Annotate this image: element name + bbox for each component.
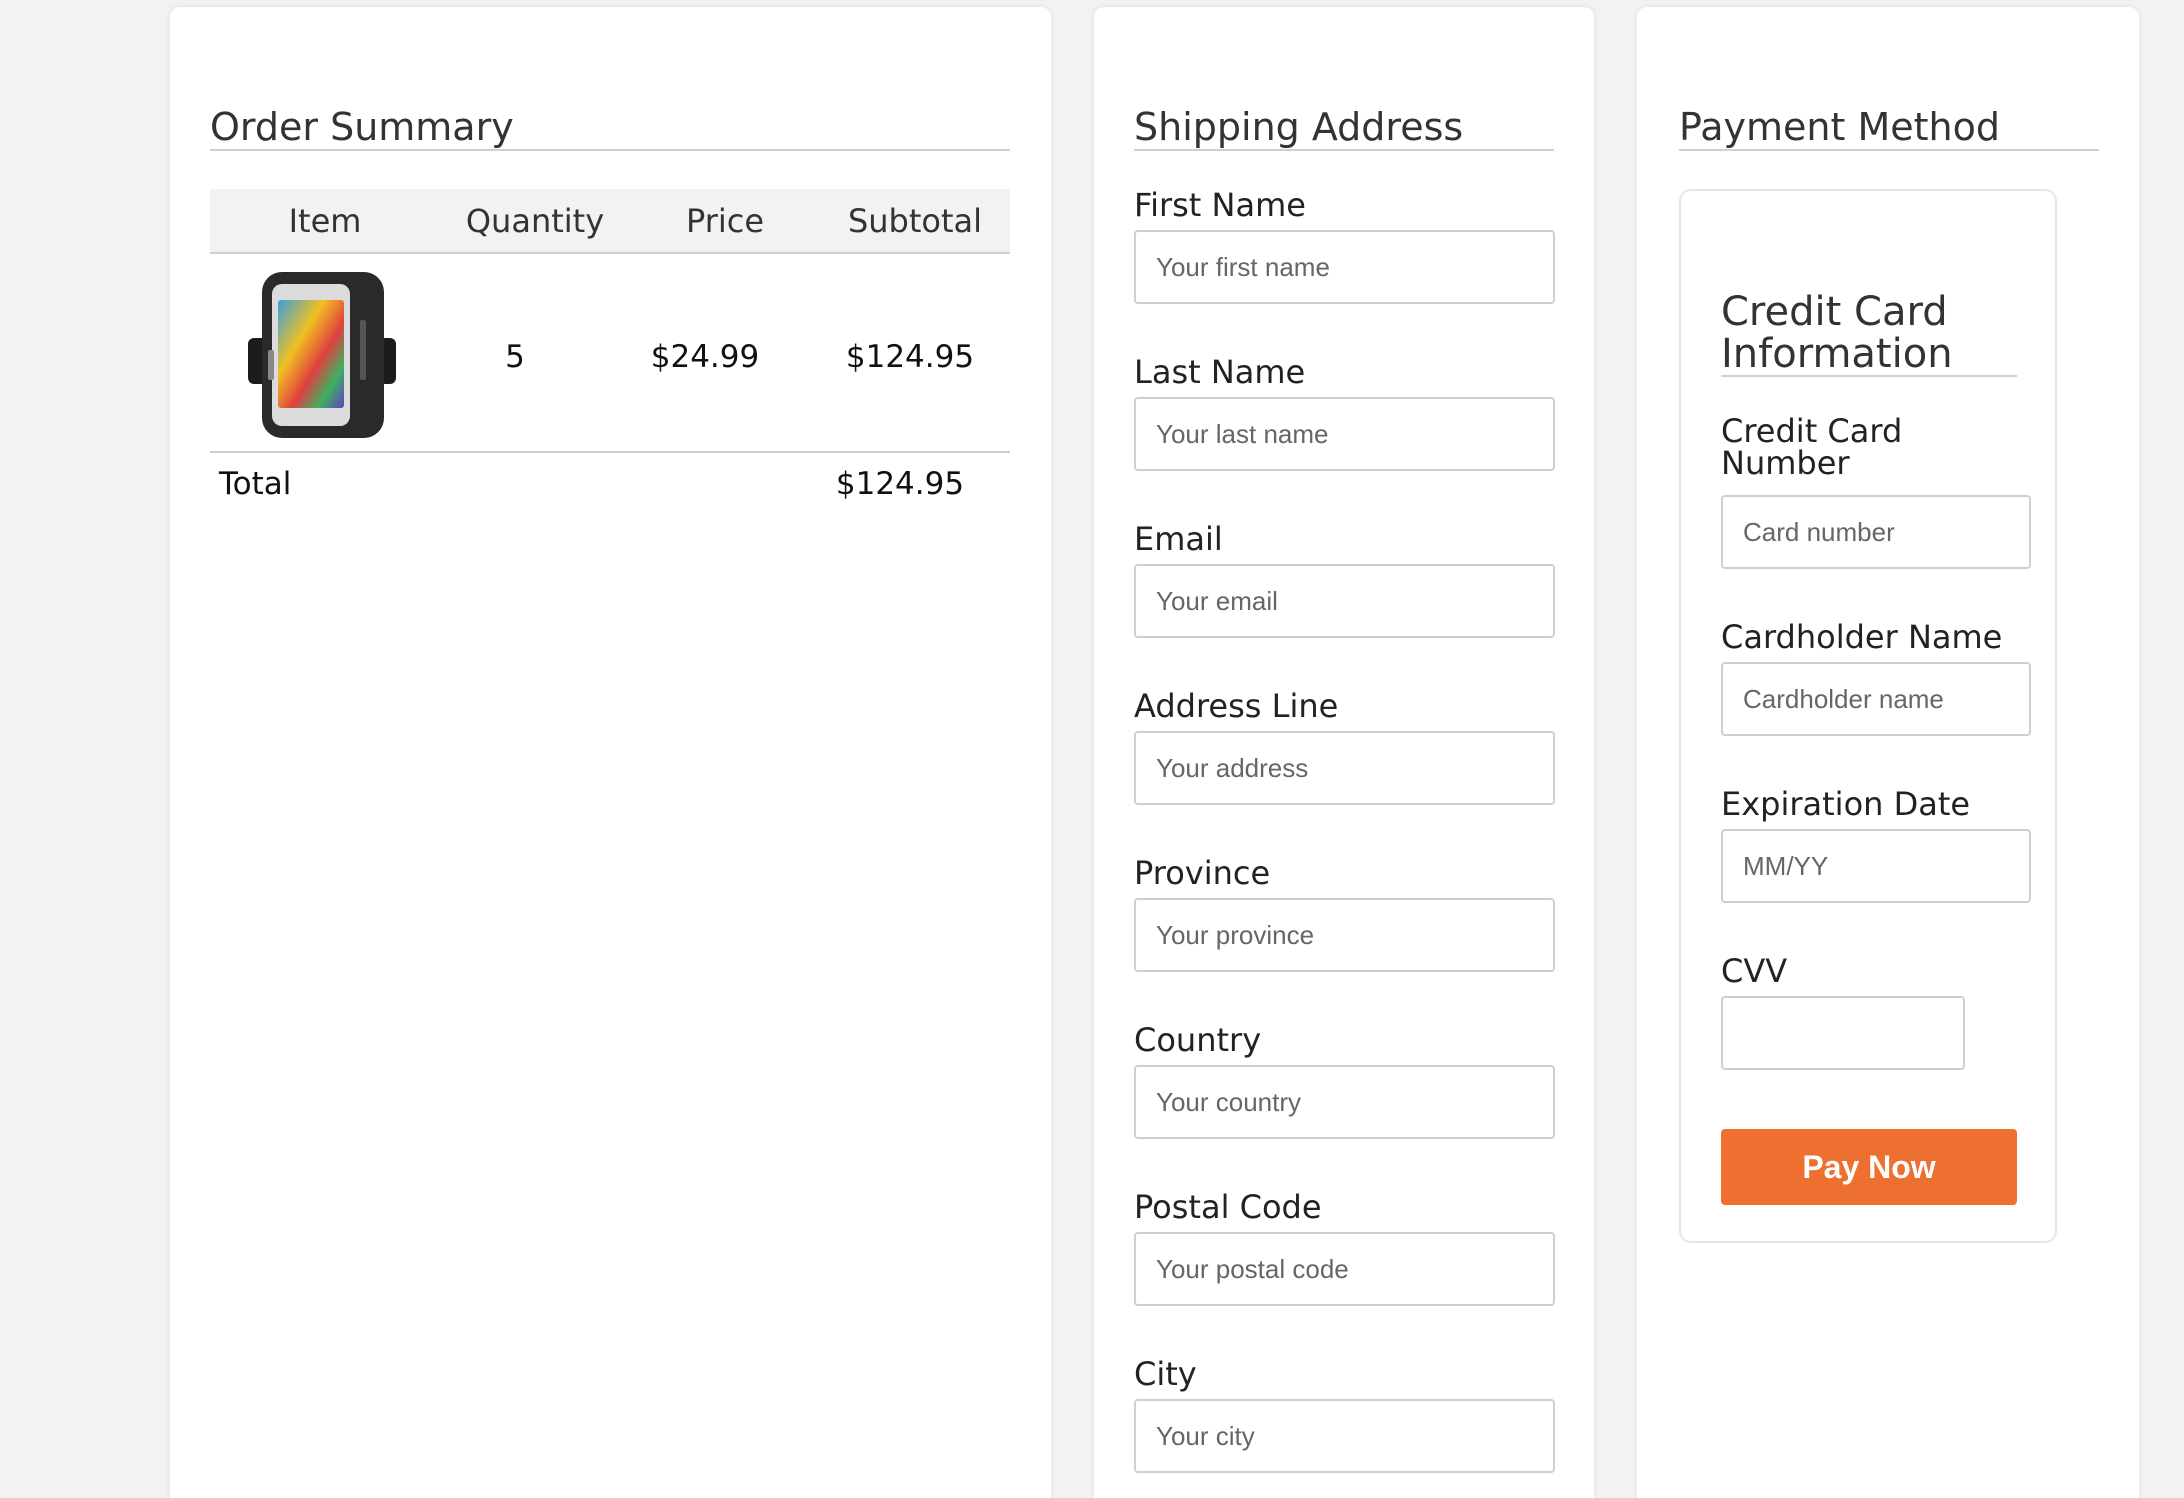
cvv-label: CVV bbox=[1721, 952, 1788, 990]
card-number-input[interactable] bbox=[1721, 495, 2031, 569]
postal-code-label: Postal Code bbox=[1134, 1188, 1322, 1226]
province-input[interactable] bbox=[1134, 898, 1555, 972]
last-name-label: Last Name bbox=[1134, 353, 1306, 391]
postal-code-input[interactable] bbox=[1134, 1232, 1555, 1306]
city-input[interactable] bbox=[1134, 1399, 1555, 1473]
cardholder-name-input[interactable] bbox=[1721, 662, 2031, 736]
order-summary-panel: Order Summary Item Quantity Price Subtot… bbox=[170, 7, 1051, 1498]
payment-method-title: Payment Method bbox=[1679, 105, 2099, 151]
province-label: Province bbox=[1134, 854, 1271, 892]
phone-armband-product-image bbox=[248, 272, 396, 438]
total-label: Total bbox=[219, 466, 292, 502]
row-quantity: 5 bbox=[505, 339, 525, 375]
expiration-date-label: Expiration Date bbox=[1721, 785, 1971, 823]
column-header-price: Price bbox=[685, 202, 765, 240]
first-name-label: First Name bbox=[1134, 186, 1306, 224]
payment-method-panel: Payment Method Credit Card Information C… bbox=[1637, 7, 2139, 1498]
row-subtotal: $124.95 bbox=[845, 339, 975, 375]
country-input[interactable] bbox=[1134, 1065, 1555, 1139]
expiration-date-input[interactable] bbox=[1721, 829, 2031, 903]
cardholder-name-label: Cardholder Name bbox=[1721, 618, 2003, 656]
city-label: City bbox=[1134, 1355, 1197, 1393]
credit-card-form: Credit Card Information Credit Card Numb… bbox=[1679, 189, 2057, 1243]
country-label: Country bbox=[1134, 1021, 1262, 1059]
column-header-quantity: Quantity bbox=[465, 202, 605, 240]
shipping-address-title: Shipping Address bbox=[1134, 105, 1554, 151]
email-input[interactable] bbox=[1134, 564, 1555, 638]
address-line-input[interactable] bbox=[1134, 731, 1555, 805]
pay-now-button[interactable]: Pay Now bbox=[1721, 1129, 2017, 1205]
last-name-input[interactable] bbox=[1134, 397, 1555, 471]
column-header-subtotal: Subtotal bbox=[847, 202, 983, 240]
first-name-input[interactable] bbox=[1134, 230, 1555, 304]
total-value: $124.95 bbox=[835, 466, 965, 502]
email-label: Email bbox=[1134, 520, 1223, 558]
shipping-address-panel: Shipping Address First Name Last Name Em… bbox=[1094, 7, 1594, 1498]
column-header-item: Item bbox=[288, 202, 362, 240]
order-summary-title: Order Summary bbox=[210, 105, 1010, 151]
credit-card-title: Credit Card Information bbox=[1721, 291, 2017, 377]
order-table-header: Item Quantity Price Subtotal bbox=[210, 189, 1010, 254]
cvv-input[interactable] bbox=[1721, 996, 1965, 1070]
address-line-label: Address Line bbox=[1134, 687, 1339, 725]
table-divider bbox=[210, 451, 1010, 453]
row-price: $24.99 bbox=[650, 339, 760, 375]
card-number-label: Credit Card Number bbox=[1721, 412, 1903, 482]
